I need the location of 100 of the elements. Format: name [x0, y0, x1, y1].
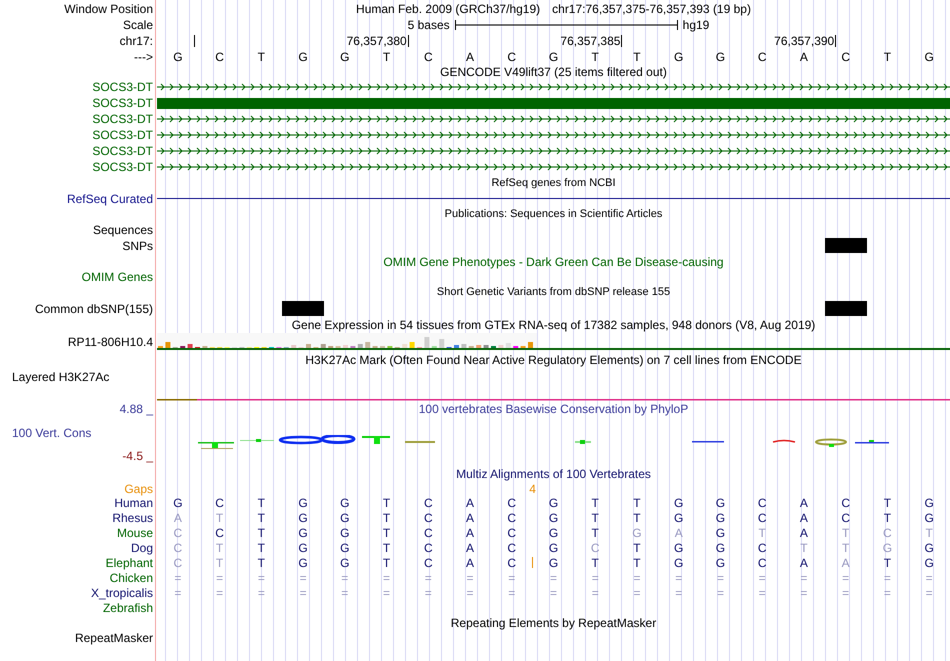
dna-base: T: [258, 50, 265, 64]
aligned-base: T: [382, 496, 390, 510]
track-label: Dog: [130, 540, 153, 555]
assembly-name: Human Feb. 2009 (GRCh37/hg19): [356, 2, 540, 16]
aligned-base: T: [216, 556, 224, 570]
aligned-base: =: [508, 586, 516, 600]
ruler-tick: 76,357,385: [560, 35, 622, 47]
gap-count: 4: [529, 482, 536, 494]
dna-base: A: [466, 50, 474, 64]
axis-max-label: 4.88 _: [120, 403, 153, 415]
track-label: Mouse: [116, 525, 153, 540]
track-label: --->: [133, 49, 153, 65]
dna-base: C: [758, 50, 767, 64]
aligned-base: G: [548, 510, 558, 524]
dna-base: G: [924, 50, 934, 64]
aligned-base: G: [340, 496, 350, 510]
aligned-base: C: [841, 496, 850, 510]
axis-min-label: -4.5 _: [122, 450, 153, 462]
aligned-base: =: [508, 570, 516, 584]
aligned-base: =: [174, 586, 182, 600]
aligned-base: =: [550, 586, 557, 600]
dna-base: T: [633, 50, 641, 64]
aligned-base: C: [507, 496, 516, 510]
aligned-base: C: [507, 510, 516, 524]
track-label: SOCS3-DT: [91, 127, 153, 143]
aligned-base: A: [466, 556, 474, 570]
aligned-base: A: [800, 496, 808, 510]
aligned-base: =: [842, 570, 850, 584]
aligned-base: C: [174, 526, 182, 540]
aligned-base: =: [258, 570, 265, 584]
track-label: OMIM Genes: [80, 270, 153, 284]
aligned-base: C: [507, 526, 516, 540]
aligned-base: G: [548, 496, 558, 510]
aligned-base: =: [550, 570, 557, 584]
aligned-base: =: [633, 586, 640, 600]
aligned-base: C: [174, 540, 182, 554]
aligned-base: T: [258, 540, 265, 554]
aligned-base: T: [382, 540, 390, 554]
aligned-base: =: [383, 570, 390, 584]
ruler-tick: 76,357,390: [774, 35, 836, 47]
aligned-base: C: [758, 556, 767, 570]
aligned-base: =: [842, 586, 850, 600]
aligned-base: A: [466, 510, 474, 524]
track-label: SOCS3-DT: [91, 95, 153, 111]
track-label: SNPs: [121, 238, 153, 254]
aligned-base: C: [590, 540, 600, 554]
track-label: RepeatMasker: [74, 631, 153, 645]
track-label: SOCS3-DT: [91, 143, 153, 159]
aligned-base: T: [592, 556, 599, 570]
track-label: SOCS3-DT: [91, 79, 153, 95]
aligned-base: T: [884, 510, 892, 524]
aligned-base: C: [758, 540, 767, 554]
aligned-base: T: [592, 526, 599, 540]
aligned-base: G: [716, 510, 726, 524]
aligned-base: T: [382, 526, 390, 540]
aligned-base: T: [592, 510, 599, 524]
track-label: chr17:: [118, 33, 153, 49]
aligned-base: =: [300, 586, 307, 600]
aligned-base: T: [633, 510, 641, 524]
aligned-base: =: [341, 586, 348, 600]
aligned-base: G: [340, 526, 350, 540]
aligned-base: T: [800, 540, 808, 554]
track-label: RefSeq Curated: [66, 191, 153, 206]
track-label: Human: [113, 496, 153, 510]
track-label: Zebrafish: [102, 600, 153, 615]
aligned-base: G: [924, 510, 934, 524]
track-label: Rhesus: [111, 510, 153, 525]
aligned-base: =: [800, 586, 808, 600]
aligned-base: C: [215, 496, 224, 510]
aligned-base: =: [216, 586, 224, 600]
aligned-base: G: [340, 510, 350, 524]
aligned-base: =: [675, 586, 682, 600]
aligned-base: G: [298, 540, 308, 554]
aligned-base: C: [507, 556, 516, 570]
aligned-base: G: [548, 556, 558, 570]
aligned-base: A: [800, 556, 808, 570]
dna-base: T: [592, 50, 599, 64]
aligned-base: =: [926, 586, 933, 600]
aligned-base: =: [466, 570, 474, 584]
aligned-base: T: [258, 556, 265, 570]
aligned-base: G: [340, 540, 350, 554]
aligned-base: =: [300, 570, 307, 584]
aligned-base: T: [382, 510, 390, 524]
aligned-base: C: [174, 556, 182, 570]
aligned-base: G: [674, 540, 684, 554]
track-label: Layered H3K27Ac: [11, 369, 110, 386]
dna-base: G: [716, 50, 726, 64]
aligned-base: =: [758, 586, 766, 600]
aligned-base: T: [842, 526, 850, 540]
aligned-base: C: [424, 510, 433, 524]
aligned-base: C: [841, 510, 850, 524]
track-title: Repeating Elements by RepeatMasker: [450, 617, 656, 629]
aligned-base: =: [716, 570, 724, 584]
track-label: Scale: [122, 17, 153, 33]
aligned-base: A: [800, 510, 808, 524]
aligned-base: G: [674, 510, 684, 524]
aligned-base: G: [924, 496, 934, 510]
aligned-base: G: [298, 526, 308, 540]
aligned-base: =: [341, 570, 348, 584]
aligned-base: =: [716, 586, 724, 600]
